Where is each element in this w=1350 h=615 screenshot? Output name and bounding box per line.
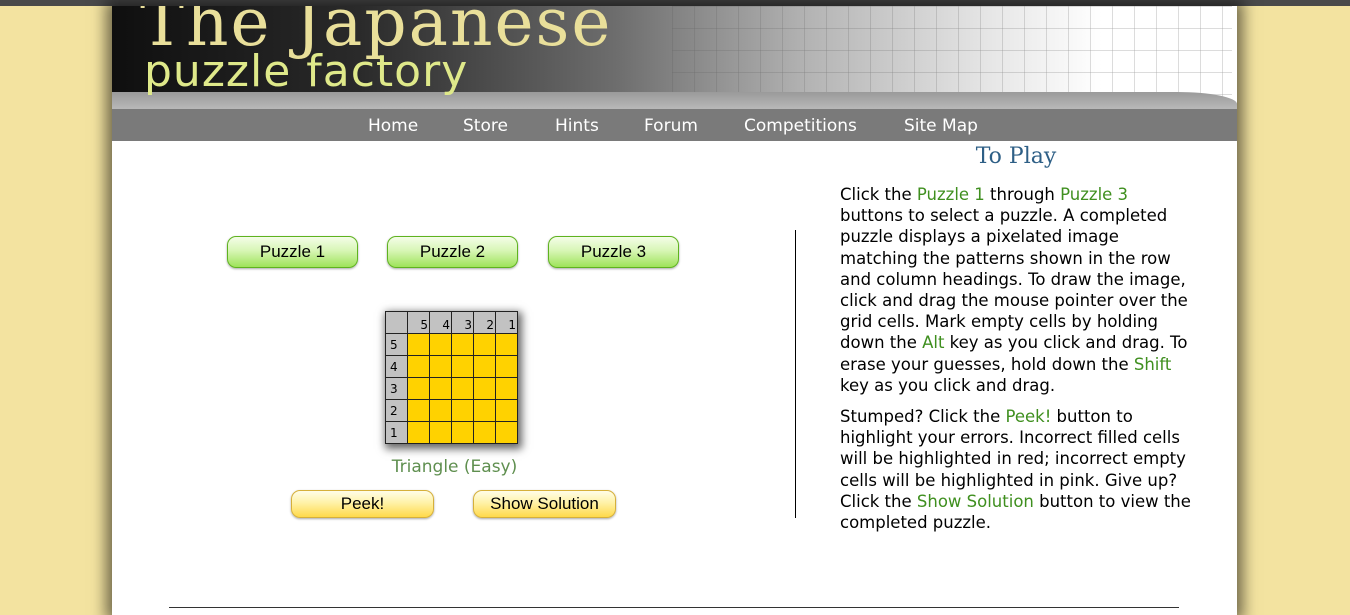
grid-cell[interactable] [407, 377, 430, 400]
nav-forum-link[interactable]: Forum [644, 116, 698, 136]
grid-cell[interactable] [407, 421, 430, 444]
grid-cell[interactable] [407, 333, 430, 356]
grid-cell[interactable] [451, 333, 474, 356]
column-heading-1: 5 [407, 311, 430, 334]
grid-row-2: 4 [385, 355, 518, 378]
grid-cell[interactable] [495, 377, 518, 400]
grid-cell[interactable] [429, 421, 452, 444]
grid-cell[interactable] [429, 377, 452, 400]
grid-column-heading-row: 5 4 3 2 1 [385, 311, 518, 334]
text-run: Click the [840, 185, 917, 204]
show-solution-button[interactable]: Show Solution [473, 490, 616, 518]
highlight-show-solution: Show Solution [916, 491, 1034, 511]
grid-cell[interactable] [473, 399, 496, 422]
nonogram-grid: 5 4 3 2 1 5 4 3 2 1 [385, 311, 518, 444]
puzzle-3-button[interactable]: Puzzle 3 [548, 236, 679, 268]
nav-store-link[interactable]: Store [463, 116, 508, 136]
grid-cell[interactable] [473, 333, 496, 356]
highlight-shift-key: Shift [1133, 354, 1172, 374]
grid-row-3: 3 [385, 377, 518, 400]
footer-divider [169, 607, 1179, 608]
logo-title-line2: puzzle factory [144, 46, 469, 97]
row-heading-5: 1 [385, 421, 408, 444]
nav-hints-link[interactable]: Hints [555, 116, 599, 136]
grid-cell[interactable] [407, 399, 430, 422]
grid-row-5: 1 [385, 421, 518, 444]
row-heading-3: 3 [385, 377, 408, 400]
puzzle-1-button[interactable]: Puzzle 1 [227, 236, 358, 268]
page-container: The Japanese puzzle factory Home Store H… [112, 6, 1237, 615]
grid-cell[interactable] [451, 399, 474, 422]
highlight-alt-key: Alt [922, 333, 945, 353]
highlight-puzzle-3: Puzzle 3 [1060, 185, 1129, 204]
main-nav: Home Store Hints Forum Competitions Site… [112, 109, 1237, 141]
column-heading-2: 4 [429, 311, 452, 334]
column-heading-3: 3 [451, 311, 474, 334]
grid-row-1: 5 [385, 333, 518, 356]
peek-button[interactable]: Peek! [291, 490, 434, 518]
grid-cell[interactable] [451, 421, 474, 444]
text-run: key as you click and drag. [840, 375, 1056, 395]
row-heading-4: 2 [385, 399, 408, 422]
grid-row-4: 2 [385, 399, 518, 422]
instructions-paragraph-1: Click the Puzzle 1 through Puzzle 3 butt… [840, 184, 1195, 396]
vertical-divider [795, 230, 796, 518]
grid-cell[interactable] [451, 377, 474, 400]
row-heading-2: 4 [385, 355, 408, 378]
instructions-text: Click the Puzzle 1 through Puzzle 3 butt… [840, 184, 1195, 543]
grid-cell[interactable] [495, 399, 518, 422]
text-run: buttons to select a puzzle. A completed … [840, 206, 1188, 353]
row-heading-1: 5 [385, 333, 408, 356]
grid-cell[interactable] [451, 355, 474, 378]
grid-cell[interactable] [473, 355, 496, 378]
instructions-heading: To Play [975, 144, 1057, 169]
highlight-puzzle-1: Puzzle 1 [916, 185, 985, 204]
grid-cell[interactable] [429, 399, 452, 422]
highlight-peek: Peek! [1005, 407, 1052, 427]
grid-cell[interactable] [473, 421, 496, 444]
text-run: through [984, 185, 1061, 204]
grid-cell[interactable] [495, 355, 518, 378]
nav-competitions-link[interactable]: Competitions [744, 116, 857, 136]
column-heading-4: 2 [473, 311, 496, 334]
column-heading-5: 1 [495, 311, 518, 334]
text-run: Stumped? Click the [840, 407, 1006, 427]
site-banner: The Japanese puzzle factory [112, 6, 1237, 109]
banner-puzzle-grid-decoration [672, 6, 1232, 98]
grid-corner-cell [385, 311, 408, 334]
puzzle-2-button[interactable]: Puzzle 2 [387, 236, 518, 268]
grid-cell[interactable] [429, 355, 452, 378]
grid-cell[interactable] [429, 333, 452, 356]
nav-home-link[interactable]: Home [368, 116, 418, 136]
nav-site-map-link[interactable]: Site Map [904, 116, 978, 136]
grid-cell[interactable] [407, 355, 430, 378]
grid-cell[interactable] [473, 377, 496, 400]
grid-cell[interactable] [495, 421, 518, 444]
puzzle-title: Triangle (Easy) [391, 457, 518, 477]
instructions-paragraph-2: Stumped? Click the Peek! button to highl… [840, 406, 1195, 533]
grid-cell[interactable] [495, 333, 518, 356]
